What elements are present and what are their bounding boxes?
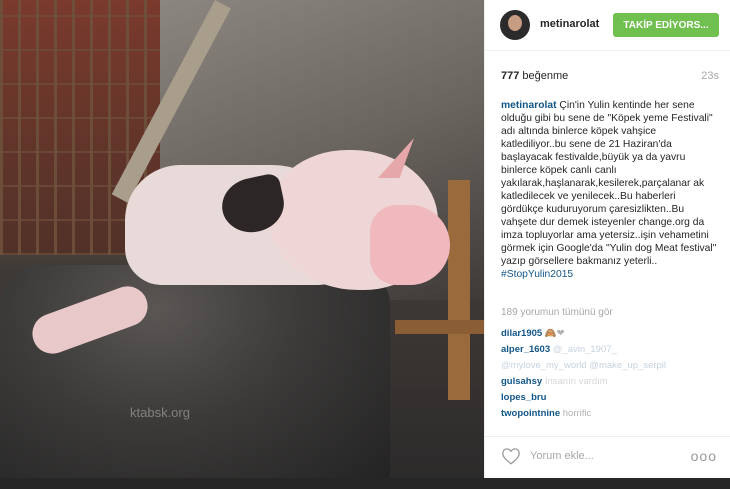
heart-outline-icon[interactable] xyxy=(501,447,521,465)
post-actions-bar: Yorum ekle... ooo xyxy=(485,436,730,477)
comment-row: lopes_bru xyxy=(501,390,719,406)
photo-dog-snout xyxy=(370,205,450,285)
likes-count[interactable]: 777 beğenme xyxy=(501,70,568,82)
add-comment-input[interactable]: Yorum ekle... xyxy=(530,447,594,465)
page-bottom-strip xyxy=(0,478,730,489)
photo-wood-bench xyxy=(395,320,484,334)
post-photo[interactable]: ktabsk.org xyxy=(0,0,484,489)
post-header: metinarolat TAKİP EDİYORS... xyxy=(485,0,730,51)
comment-row: dilar1905 🙈❤ xyxy=(501,326,719,342)
three-dots-icon[interactable]: ooo xyxy=(691,447,717,465)
comment-text: 🙈❤ xyxy=(544,328,565,339)
photo-barrel xyxy=(0,265,390,489)
comment-row: twopointnine horrific xyxy=(501,406,719,422)
comment-text: horrific xyxy=(562,408,592,419)
post-side-panel: metinarolat TAKİP EDİYORS... 777 beğenme… xyxy=(484,0,730,489)
follow-button[interactable]: TAKİP EDİYORS... xyxy=(613,13,719,37)
caption-username[interactable]: metinarolat xyxy=(501,100,557,111)
comment-row: alper_1603 @_avin_1907_ xyxy=(501,342,719,358)
comment-username[interactable]: twopointnine xyxy=(501,408,560,419)
post-caption: metinarolat Çin'in Yulin kentinde her se… xyxy=(501,99,719,281)
likes-word: beğenme xyxy=(522,70,569,82)
comment-username[interactable]: dilar1905 xyxy=(501,328,542,339)
post-time[interactable]: 23s xyxy=(701,70,719,82)
header-username[interactable]: metinarolat xyxy=(540,18,599,30)
comment-text: @_avin_1907_ xyxy=(552,344,617,355)
comment-text: @mylove_my_world @make_up_serpil xyxy=(501,360,667,371)
view-all-comments-link[interactable]: 189 yorumun tümünü gör xyxy=(501,307,613,318)
comments-list: dilar1905 🙈❤ alper_1603 @_avin_1907_ @my… xyxy=(501,326,719,422)
instagram-post-modal: ktabsk.org metinarolat TAKİP EDİYORS... … xyxy=(0,0,730,489)
comment-text: İnsanın vardım xyxy=(544,376,608,387)
caption-hashtag[interactable]: #StopYulin2015 xyxy=(501,269,573,280)
comment-username[interactable]: gulsahsy xyxy=(501,376,542,387)
caption-text: Çin'in Yulin kentinde her sene olduğu gi… xyxy=(501,100,717,267)
comment-username[interactable]: alper_1603 xyxy=(501,344,550,355)
comment-row: @mylove_my_world @make_up_serpil xyxy=(501,358,719,374)
photo-wood-post xyxy=(448,180,470,400)
comment-username[interactable]: lopes_bru xyxy=(501,392,546,403)
avatar[interactable] xyxy=(500,10,530,40)
likes-number: 777 xyxy=(501,70,520,82)
photo-watermark: ktabsk.org xyxy=(130,405,190,420)
comment-row: gulsahsy İnsanın vardım xyxy=(501,374,719,390)
